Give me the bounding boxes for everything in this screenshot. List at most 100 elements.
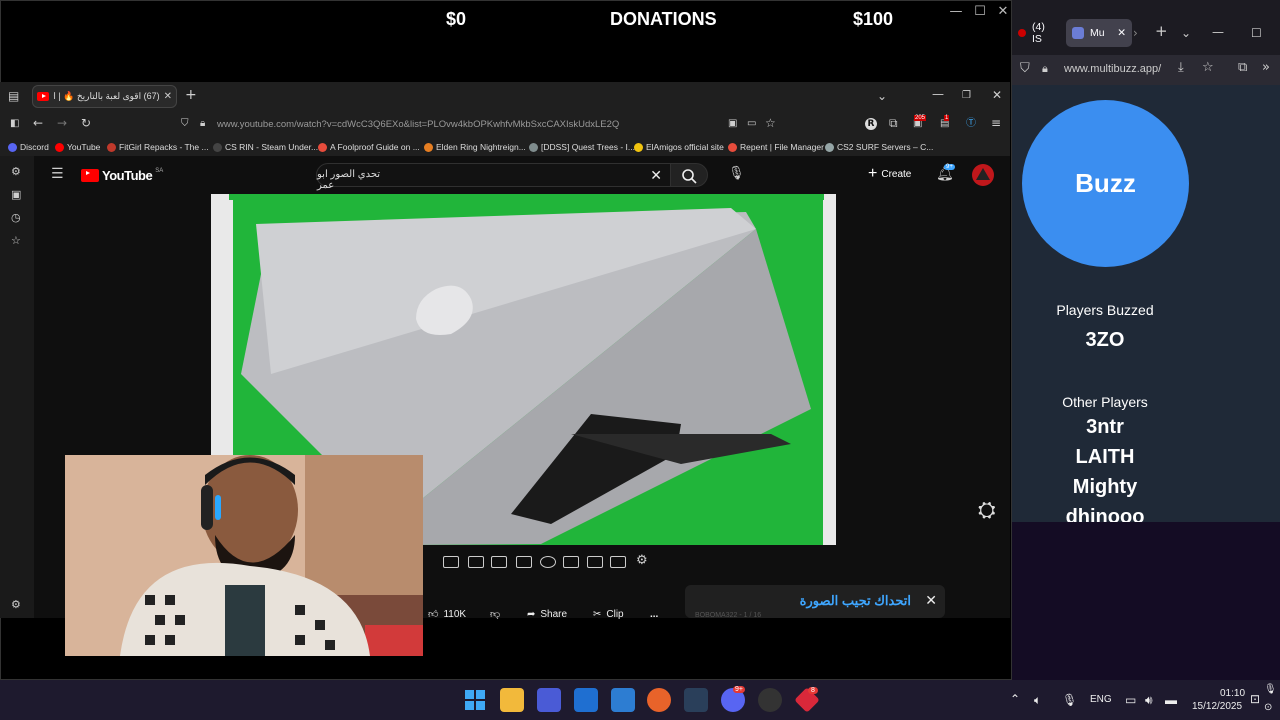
network-icon[interactable]: ▭ [1125,693,1136,707]
outlook-icon[interactable] [574,688,598,712]
reload-icon[interactable]: ↻ [81,117,91,129]
clock-time[interactable]: 01:10 [1220,688,1245,699]
screenshot-icon[interactable] [587,556,603,568]
battery-icon[interactable]: ▬ [1165,693,1177,707]
maximize-icon[interactable]: ☐ [969,3,991,21]
chevron-down-icon[interactable]: ⌄ [877,90,887,102]
bookmark-item[interactable]: A Foolproof Guide on ... [318,142,420,152]
language-indicator[interactable]: ENG [1090,694,1112,705]
microphone-tray-icon[interactable]: 🎙︎ [1062,693,1077,707]
search-input[interactable]: تحدي الصور ابو عمر ✕ [316,163,671,191]
bookmarks-icon[interactable]: ☆ [11,235,21,247]
ai-sidebar-icon[interactable]: ⚙ [11,166,21,178]
translate-icon[interactable]: ▣ [728,118,737,130]
extensions-icon[interactable]: ⧉ [889,117,898,129]
create-button[interactable]: + Create [868,165,911,183]
share-button[interactable]: ➦ Share [527,603,567,625]
file-explorer-icon[interactable] [500,688,524,712]
download-icon[interactable]: ⤓ [1178,61,1184,74]
obs-icon[interactable] [758,688,782,712]
avatar[interactable] [972,164,994,186]
more-actions-button[interactable]: ... [650,603,658,625]
extension-translate-icon[interactable]: Ⓣ [966,118,976,130]
bookmark-item[interactable]: FitGirl Repacks - The ... [107,142,209,152]
menu-icon[interactable]: ≡ [991,117,1001,129]
tab-multibuzz[interactable]: Mu ✕ [1066,19,1132,47]
speaker-tray-icon[interactable]: 🔈︎ [1034,693,1041,708]
window-minimize-icon[interactable]: — [1212,26,1224,38]
vscode-icon[interactable] [611,688,635,712]
address-bar[interactable]: www.youtube.com/watch?v=cdWcC3Q6EXo&list… [217,119,619,130]
firefox-icon[interactable] [647,688,671,712]
reader-icon[interactable]: ▭ [747,118,756,130]
like-button[interactable]: 👍︎ 110K [428,603,466,625]
bookmark-item[interactable]: Elden Ring Nightreign... [424,142,526,152]
stats-icon[interactable] [443,556,459,568]
start-windows-icon[interactable] [463,688,487,712]
multibuzz-address-bar[interactable]: www.multibuzz.app/ [1064,63,1161,75]
window-maximize-icon[interactable]: ☐ [1251,27,1262,39]
volume-icon[interactable]: 🔊︎ [1145,693,1153,708]
channel-watermark-icon[interactable]: ⛭ [978,500,996,522]
clock-date[interactable]: 15/12/2025 [1192,701,1242,712]
buzz-button[interactable]: Buzz [1022,100,1189,267]
synced-tabs-icon[interactable]: ▣ [11,189,21,201]
back-icon[interactable]: ← [33,117,43,129]
bookmark-item[interactable]: YouTube [55,142,100,152]
dislike-button[interactable]: 👎︎ [490,603,500,625]
bookmark-label: A Foolproof Guide on ... [330,142,420,152]
tab-close-icon[interactable]: ✕ [164,91,172,102]
tab-scroll-right-icon[interactable]: › [1133,27,1138,39]
new-tab-icon[interactable]: + [185,88,197,102]
close-playlist-icon[interactable]: ✕ [925,592,937,609]
steam-icon[interactable] [684,688,708,712]
sidebar-toggle-icon[interactable]: ◧ [10,118,19,130]
hamburger-menu-icon[interactable]: ☰ [51,167,64,181]
playlist-panel[interactable]: اتحداك تجيب الصورة BOBOMA322 - 1 / 16 ✕ [685,585,945,619]
bookmark-item[interactable]: [DDSS] Quest Trees - I... [529,142,635,152]
bookmark-item[interactable]: Discord [8,142,49,152]
bookmark-item[interactable]: Repent | File Manager [728,142,824,152]
bookmark-item[interactable]: ElAmigos official site [634,142,724,152]
youtube-logo[interactable]: YouTube SA [81,168,163,183]
tab-overview-icon[interactable]: ▤ [8,90,19,102]
list-tabs-icon[interactable]: ⌄ [1181,27,1191,39]
browser-close-icon[interactable]: ✕ [992,89,1002,101]
shield-icon[interactable]: ⛉ [181,118,189,130]
star-icon[interactable]: ☆ [1202,61,1214,74]
tab-is[interactable]: (4) IS [1012,19,1060,47]
focus-icon[interactable]: ⊙ [1264,702,1272,713]
theater-icon[interactable] [516,556,532,568]
clear-search-icon[interactable]: ✕ [650,167,662,184]
notification-center-icon[interactable]: ⊡ [1250,692,1260,706]
extension-r-icon[interactable]: R [865,118,877,130]
search-button[interactable] [670,163,708,187]
clip-button[interactable]: ✂ Clip [593,603,624,625]
settings-gear-icon[interactable]: ⚙ [11,599,21,611]
bookmark-star-icon[interactable]: ☆ [765,117,776,129]
overflow-chevron-icon[interactable]: » [1262,61,1270,74]
minimize-icon[interactable]: — [945,3,967,21]
miniplayer-icon[interactable] [491,556,507,568]
bookmark-item[interactable]: CS RIN - Steam Under... [213,142,318,152]
player-name: LAITH [1075,446,1135,468]
forward-icon[interactable]: → [57,117,67,129]
clapper-icon[interactable] [468,556,484,568]
store-icon[interactable] [537,688,561,712]
tracking-shield-icon[interactable]: ⛉ [1020,62,1030,75]
new-tab-plus-icon[interactable]: + [1155,24,1168,39]
browser-restore-icon[interactable]: ❐ [962,90,971,102]
bookmark-item[interactable]: CS2 SURF Servers – C... [825,142,933,152]
keyboard-icon[interactable] [610,556,626,568]
extensions-puzzle-icon[interactable]: ⧉ [1238,61,1247,74]
close-icon[interactable]: ✕ [992,3,1014,21]
history-icon[interactable]: ◷ [11,212,21,224]
loop-icon[interactable] [563,556,579,568]
browser-tab[interactable]: (67) اقوى لعبة بالتاريخ 🔥 | اتحد ✕ [32,85,177,108]
settings-icon[interactable]: ⚙ [636,554,648,567]
tab-close-icon[interactable]: ✕ [1117,27,1126,39]
voice-search-icon[interactable]: 🎙︎ [728,167,745,180]
speed-icon[interactable] [540,556,556,568]
browser-minimize-icon[interactable]: — [932,88,944,100]
tray-chevron-icon[interactable]: ⌃ [1010,692,1020,706]
